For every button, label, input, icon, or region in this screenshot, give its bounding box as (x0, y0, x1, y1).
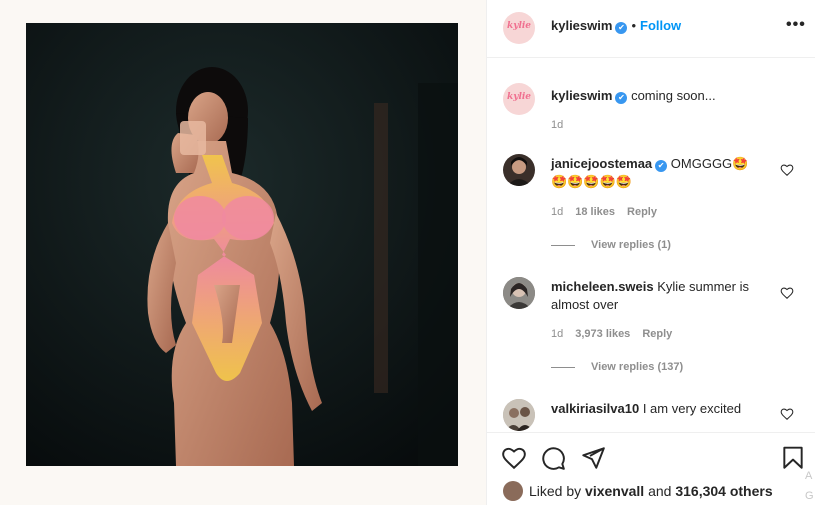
view-replies-label: View replies (137) (591, 361, 684, 373)
more-horizontal-icon[interactable]: ••• (786, 16, 805, 34)
caption-avatar[interactable]: kylie (503, 83, 535, 115)
view-replies-button[interactable]: View replies (137) (551, 361, 683, 373)
comment-text-line2: 🤩🤩🤩🤩🤩 (551, 174, 632, 189)
user-photo-icon (503, 277, 535, 309)
comment-reply-button[interactable]: Reply (642, 328, 672, 340)
liked-by-user[interactable]: vixenvall (585, 483, 644, 499)
caption-text-block: kylieswim ✔ coming soon... (551, 87, 791, 105)
comment-icon[interactable] (540, 445, 566, 471)
brand-avatar[interactable]: kylie (503, 12, 535, 44)
liked-by-prefix: Liked by (529, 483, 582, 499)
follow-button[interactable]: Follow (640, 18, 681, 33)
replies-divider (551, 366, 575, 368)
share-icon[interactable] (580, 445, 606, 471)
liked-by-count[interactable]: 316,304 others (675, 483, 772, 499)
post-side-pane: kylie kylieswim ✔ • Follow ••• kylie kylies… (486, 0, 815, 505)
user-photo-icon (503, 399, 535, 431)
comment-username[interactable]: janicejoostemaa (551, 156, 652, 171)
comment-reply-button[interactable]: Reply (627, 206, 657, 218)
caption-time[interactable]: 1d (551, 119, 563, 131)
comment-avatar[interactable] (503, 154, 535, 186)
edge-letter: G (805, 490, 814, 502)
comment-meta: 1d 3,973 likes Reply (551, 328, 672, 340)
comment-time[interactable]: 1d (551, 206, 563, 218)
media-pane (0, 0, 486, 505)
comment-username[interactable]: valkiriasilva10 (551, 401, 639, 416)
likes-summary: Liked by vixenvall and 316,304 others (503, 481, 773, 501)
comment-text-block: valkiriasilva10 I am very excited (551, 400, 771, 418)
comment-verified-icon: ✔ (655, 160, 668, 172)
comment-text: OMGGGG🤩 (670, 156, 749, 171)
user-photo-icon (507, 157, 531, 186)
edge-overflow-text: A G (805, 466, 815, 505)
comment-text: I am very excited (642, 401, 742, 416)
comments-list[interactable]: kylie kylieswim ✔ coming soon... 1d janic… (487, 59, 815, 432)
comment-avatar[interactable] (503, 277, 535, 309)
comment-like-heart-icon[interactable] (780, 286, 794, 300)
comment-text: Kylie summer is (657, 279, 749, 294)
comment-time[interactable]: 1d (551, 328, 563, 340)
liked-by-and: and (648, 483, 672, 499)
heart-icon[interactable] (501, 445, 527, 471)
post-actions: Liked by vixenvall and 316,304 others (487, 432, 815, 505)
caption-username[interactable]: kylieswim (551, 88, 612, 103)
comment-text-block: janicejoostemaa ✔ OMGGGG🤩 🤩🤩🤩🤩🤩 (551, 155, 771, 191)
replies-divider (551, 244, 575, 246)
edge-letter: A (805, 470, 813, 482)
caption-verified-icon: ✔ (615, 92, 628, 104)
comment-likes[interactable]: 18 likes (575, 206, 615, 218)
header-identity: kylieswim ✔ • Follow (551, 17, 681, 35)
verified-icon: ✔ (615, 22, 628, 34)
comment-text-block: micheleen.sweis Kylie summer is almost o… (551, 278, 771, 314)
bookmark-icon[interactable] (780, 445, 806, 471)
photo-illustration (26, 23, 458, 466)
post-header: kylie kylieswim ✔ • Follow ••• (487, 0, 815, 58)
header-username[interactable]: kylieswim (551, 18, 612, 33)
view-replies-label: View replies (1) (591, 239, 671, 251)
header-separator: • (631, 18, 636, 33)
caption-text: coming soon... (631, 88, 716, 103)
caption-brand-logo-text: kylie (506, 92, 532, 102)
view-replies-button[interactable]: View replies (1) (551, 239, 671, 251)
comment-likes[interactable]: 3,973 likes (575, 328, 630, 340)
comment-like-heart-icon[interactable] (780, 163, 794, 177)
post-photo[interactable] (26, 23, 458, 466)
comment-username[interactable]: micheleen.sweis (551, 279, 654, 294)
comment-like-heart-icon[interactable] (780, 407, 794, 421)
comment-meta: 1d 18 likes Reply (551, 206, 657, 218)
comment-avatar[interactable] (503, 399, 535, 431)
comment-text-line2: almost over (551, 297, 619, 312)
brand-logo-text: kylie (506, 21, 532, 31)
liker-avatar[interactable] (503, 481, 523, 501)
